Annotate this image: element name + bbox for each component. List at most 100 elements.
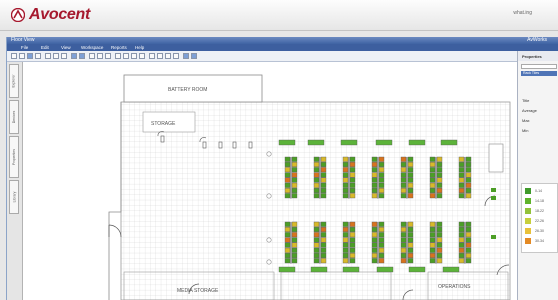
rack-tile[interactable] — [349, 237, 356, 243]
zoom-fit-icon[interactable] — [105, 53, 111, 59]
rack-tile[interactable] — [284, 258, 291, 264]
rack-tile[interactable] — [436, 221, 443, 227]
rack-tile[interactable] — [291, 193, 298, 199]
rack-tile[interactable] — [342, 226, 349, 232]
rack-tile[interactable] — [378, 221, 385, 227]
rack-tile[interactable] — [284, 172, 291, 178]
rack-tile[interactable] — [342, 237, 349, 243]
open-icon[interactable] — [19, 53, 25, 59]
perimeter-tile[interactable] — [278, 139, 296, 146]
rack-tile[interactable] — [291, 242, 298, 248]
rack-tile[interactable] — [400, 232, 407, 238]
rack-tile[interactable] — [407, 221, 414, 227]
rack-tile[interactable] — [291, 182, 298, 188]
rack-tile[interactable] — [291, 156, 298, 162]
tab-properties[interactable]: Properties — [9, 136, 19, 178]
rack-tile[interactable] — [313, 232, 320, 238]
cut-icon[interactable] — [45, 53, 51, 59]
rack-tile[interactable] — [429, 226, 436, 232]
rack-tile[interactable] — [400, 193, 407, 199]
rack-tile[interactable] — [342, 232, 349, 238]
rack-tile[interactable] — [291, 258, 298, 264]
copy-icon[interactable] — [53, 53, 59, 59]
rack-tile[interactable] — [378, 226, 385, 232]
rack-tile[interactable] — [465, 161, 472, 167]
rack-tile[interactable] — [436, 172, 443, 178]
perimeter-tile[interactable] — [376, 266, 394, 273]
rack-tile[interactable] — [465, 193, 472, 199]
perimeter-tile[interactable] — [408, 266, 426, 273]
rack-tile[interactable] — [284, 226, 291, 232]
floor-plan-svg[interactable]: BATTERY ROOM STORAGE MEDIA STORAGE OPERA… — [23, 62, 517, 300]
rack-tile[interactable] — [371, 167, 378, 173]
rack-tile[interactable] — [342, 193, 349, 199]
rack-tile[interactable] — [378, 237, 385, 243]
select-icon[interactable] — [115, 53, 121, 59]
rack-tile[interactable] — [284, 161, 291, 167]
perimeter-tile[interactable] — [408, 139, 426, 146]
rack-tile[interactable] — [458, 221, 465, 227]
rack-tile[interactable] — [371, 226, 378, 232]
menu-view[interactable]: View — [61, 44, 71, 51]
rack-tile[interactable] — [400, 177, 407, 183]
redo-icon[interactable] — [79, 53, 85, 59]
rack-spine[interactable] — [348, 222, 350, 264]
rack-tile[interactable] — [458, 172, 465, 178]
rack-tile[interactable] — [342, 177, 349, 183]
properties-selector-input[interactable] — [521, 64, 557, 69]
rack-tile[interactable] — [291, 177, 298, 183]
rack-tile[interactable] — [284, 252, 291, 258]
rack-tile[interactable] — [465, 177, 472, 183]
rack-tile[interactable] — [400, 172, 407, 178]
rack-spine[interactable] — [435, 157, 437, 199]
print-icon[interactable] — [35, 53, 41, 59]
rack-tile[interactable] — [400, 161, 407, 167]
rack-tile[interactable] — [320, 182, 327, 188]
rack-tile[interactable] — [378, 258, 385, 264]
rack-spine[interactable] — [435, 222, 437, 264]
rack-tile[interactable] — [458, 252, 465, 258]
paste-icon[interactable] — [61, 53, 67, 59]
rack-tile[interactable] — [436, 182, 443, 188]
grid-icon[interactable] — [157, 53, 163, 59]
rack-tile[interactable] — [349, 156, 356, 162]
rack-tile[interactable] — [371, 182, 378, 188]
help-icon[interactable] — [191, 53, 197, 59]
rack-tile[interactable] — [436, 177, 443, 183]
rack-tile[interactable] — [378, 167, 385, 173]
zoom-out-icon[interactable] — [97, 53, 103, 59]
rack-tile[interactable] — [378, 182, 385, 188]
undo-icon[interactable] — [71, 53, 77, 59]
rack-tile[interactable] — [436, 252, 443, 258]
rack-tile[interactable] — [284, 182, 291, 188]
rack-tile[interactable] — [320, 242, 327, 248]
rack-tile[interactable] — [313, 187, 320, 193]
rack-tile[interactable] — [429, 247, 436, 253]
rack-tile[interactable] — [371, 232, 378, 238]
rack-tile[interactable] — [465, 221, 472, 227]
rack-tile[interactable] — [465, 156, 472, 162]
rack-tile[interactable] — [458, 247, 465, 253]
rack-tile[interactable] — [429, 252, 436, 258]
rack-tile[interactable] — [407, 172, 414, 178]
rack-tile[interactable] — [342, 182, 349, 188]
rack-tile[interactable] — [378, 193, 385, 199]
rack-tile[interactable] — [349, 172, 356, 178]
rack-tile[interactable] — [371, 258, 378, 264]
rack-tile[interactable] — [313, 252, 320, 258]
rack-tile[interactable] — [458, 193, 465, 199]
rack-tile[interactable] — [465, 226, 472, 232]
rack-tile[interactable] — [436, 226, 443, 232]
rack-tile[interactable] — [313, 221, 320, 227]
menu-workspace[interactable]: Workspace — [81, 44, 103, 51]
tab-explorer[interactable]: Explorer — [9, 64, 19, 98]
rack-tile[interactable] — [400, 242, 407, 248]
rack-tile[interactable] — [378, 252, 385, 258]
rack-tile[interactable] — [436, 258, 443, 264]
rack-tile[interactable] — [291, 226, 298, 232]
rack-tile[interactable] — [465, 252, 472, 258]
rack-tile[interactable] — [407, 232, 414, 238]
rack-tile[interactable] — [465, 247, 472, 253]
rack-tile[interactable] — [291, 187, 298, 193]
rack-tile[interactable] — [458, 156, 465, 162]
